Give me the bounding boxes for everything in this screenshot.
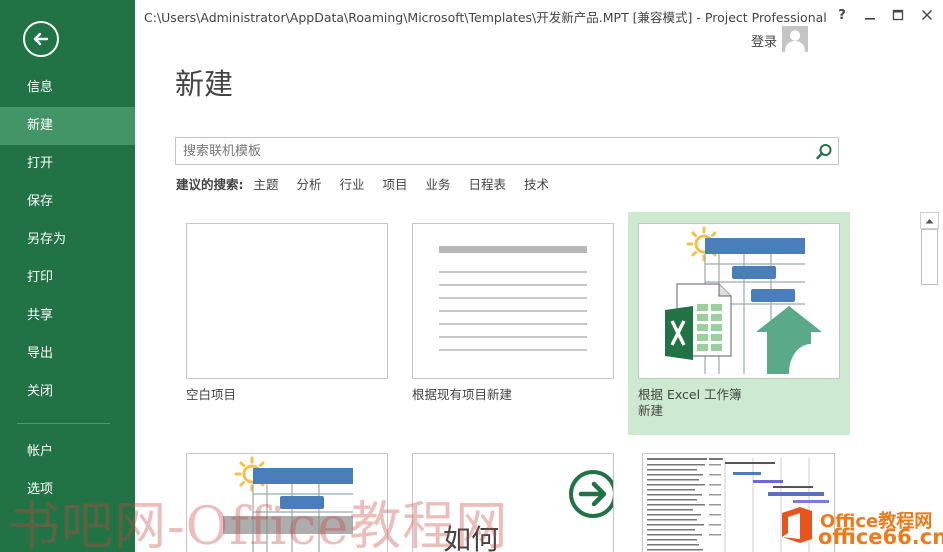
- login-link[interactable]: 登录: [751, 31, 777, 50]
- maximize-icon: [892, 9, 904, 21]
- templates-scrollbar[interactable]: [920, 212, 939, 552]
- excel-icon: [665, 283, 732, 360]
- close-icon: [922, 10, 932, 20]
- minimize-icon: [865, 18, 875, 20]
- title-bar: C:\Users\Administrator\AppData\Roaming\M…: [135, 0, 943, 30]
- suggested-search-link[interactable]: 日程表: [468, 177, 506, 192]
- watermark-right: Office教程网 office66.cn: [778, 505, 943, 549]
- question-mark-icon: ?: [838, 7, 846, 23]
- template-tile-blank-project[interactable]: 空白项目: [181, 217, 393, 437]
- search-icon: [816, 144, 832, 160]
- nav-item-new[interactable]: 新建: [0, 107, 135, 145]
- nav-item-save[interactable]: 保存: [0, 183, 135, 221]
- page-title: 新建: [175, 67, 234, 101]
- nav-item-save-as[interactable]: 另存为: [0, 221, 135, 259]
- suggested-search-link[interactable]: 项目: [382, 177, 407, 192]
- user-avatar[interactable]: [782, 26, 808, 52]
- nav-item-open[interactable]: 打开: [0, 145, 135, 183]
- template-tile-from-excel[interactable]: 根据 Excel 工作簿 新建: [628, 212, 850, 435]
- nav-item-close[interactable]: 关闭: [0, 373, 135, 411]
- suggested-search-link[interactable]: 分析: [296, 177, 321, 192]
- nav-item-share[interactable]: 共享: [0, 297, 135, 335]
- suggested-search-link[interactable]: 主题: [253, 177, 278, 192]
- nav-item-info[interactable]: 信息: [0, 69, 135, 107]
- backstage-sidebar: 信息 新建 打开 保存 另存为 打印 共享 导出 关闭 帐户 选项: [0, 0, 135, 552]
- suggested-search-link[interactable]: 技术: [524, 177, 549, 192]
- suggested-searches: 建议的搜索: 主题 分析 行业 项目 业务 日程表 技术: [176, 174, 563, 193]
- watermark-left: 书吧网-Office教程网: [8, 497, 509, 552]
- go-arrow-icon: [569, 470, 613, 518]
- suggested-search-link[interactable]: 行业: [339, 177, 364, 192]
- minimize-button[interactable]: [860, 5, 880, 25]
- nav-item-account[interactable]: 帐户: [0, 433, 135, 471]
- suggested-search-link[interactable]: 业务: [425, 177, 450, 192]
- arrow-up-icon: [756, 306, 822, 374]
- template-thumbnail: [638, 223, 840, 379]
- template-tile-from-existing[interactable]: 根据现有项目新建: [407, 217, 619, 437]
- template-label: 根据 Excel 工作簿 新建: [638, 387, 742, 419]
- maximize-button[interactable]: [888, 5, 908, 25]
- nav-item-print[interactable]: 打印: [0, 259, 135, 297]
- office-logo-icon: [782, 507, 812, 543]
- template-label-line-2: 新建: [638, 403, 664, 418]
- template-label-line-1: 根据 Excel 工作簿: [638, 387, 742, 402]
- project-backstage-window: 信息 新建 打开 保存 另存为 打印 共享 导出 关闭 帐户 选项 C:\Use…: [0, 0, 943, 552]
- help-button[interactable]: ?: [832, 5, 852, 25]
- nav-divider: [17, 423, 110, 424]
- excel-import-graphic: [665, 226, 822, 374]
- window-title: C:\Users\Administrator\AppData\Roaming\M…: [144, 10, 827, 25]
- back-arrow-icon: [33, 32, 49, 46]
- suggested-searches-label: 建议的搜索:: [176, 177, 244, 192]
- watermark-right-line-2: office66.cn: [818, 525, 943, 549]
- nav-item-export[interactable]: 导出: [0, 335, 135, 373]
- template-label: 空白项目: [186, 387, 237, 402]
- scroll-up-button[interactable]: [920, 212, 939, 229]
- document-lines-graphic: [439, 246, 587, 351]
- scroll-thumb[interactable]: [921, 229, 938, 285]
- template-thumbnail: [412, 223, 614, 379]
- template-thumbnail: [186, 223, 388, 379]
- user-avatar-icon: [782, 26, 808, 52]
- search-button[interactable]: [814, 142, 834, 162]
- template-search-input[interactable]: [176, 138, 806, 164]
- close-window-button[interactable]: [917, 5, 937, 25]
- template-search-box: [175, 137, 839, 165]
- scroll-up-arrow-icon: [925, 218, 934, 223]
- template-label: 根据现有项目新建: [412, 387, 513, 402]
- back-button[interactable]: [23, 21, 59, 57]
